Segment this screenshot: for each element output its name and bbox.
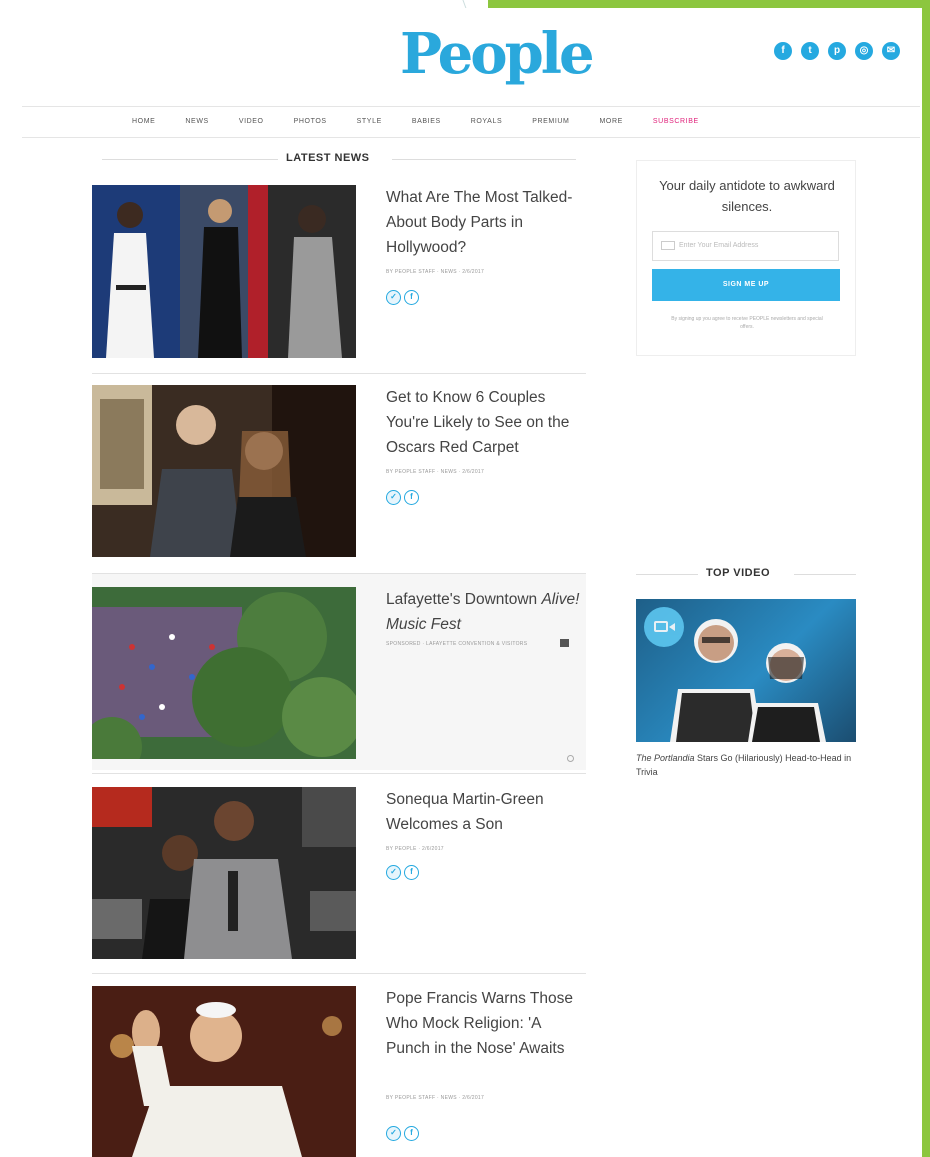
article-thumbnail[interactable] — [92, 787, 356, 959]
nav-item-premium[interactable]: PREMIUM — [532, 107, 569, 137]
sponsored-article-card: Lafayette's Downtown Alive! Music Fest S… — [92, 587, 586, 762]
heading-rule-right — [794, 574, 856, 575]
twitter-icon[interactable]: t — [801, 42, 819, 60]
nav-item-more[interactable]: MORE — [599, 107, 622, 137]
latest-news-heading: LATEST NEWS — [286, 152, 370, 164]
nav-item-photos[interactable]: PHOTOS — [294, 107, 327, 137]
article-divider — [92, 773, 586, 774]
share-buttons: ✓ f — [386, 290, 419, 305]
facebook-share-icon[interactable]: f — [404, 1126, 419, 1141]
sponsor-logo-icon — [560, 639, 569, 647]
article-card: What Are The Most Talked-About Body Part… — [92, 185, 586, 358]
slide-accent-right — [922, 0, 930, 1157]
article-thumbnail[interactable] — [92, 185, 356, 358]
heading-rule-left — [636, 574, 698, 575]
article-title[interactable]: What Are The Most Talked-About Body Part… — [386, 185, 586, 260]
nav-item-subscribe[interactable]: SUBSCRIBE — [653, 107, 699, 137]
twitter-share-icon[interactable]: ✓ — [386, 1126, 401, 1141]
nav-item-style[interactable]: STYLE — [357, 107, 382, 137]
video-play-icon[interactable] — [644, 607, 684, 647]
share-buttons: ✓ f — [386, 1126, 419, 1141]
facebook-share-icon[interactable]: f — [404, 865, 419, 880]
article-byline: BY PEOPLE · 2/6/2017 — [386, 846, 444, 852]
top-video-heading: TOP VIDEO — [706, 567, 771, 579]
twitter-share-icon[interactable]: ✓ — [386, 865, 401, 880]
email-input[interactable]: Enter Your Email Address — [652, 231, 839, 261]
article-card: Get to Know 6 Couples You're Likely to S… — [92, 385, 586, 557]
facebook-share-icon[interactable]: f — [404, 290, 419, 305]
ad-choices-icon[interactable] — [567, 755, 574, 762]
share-buttons: ✓ f — [386, 490, 419, 505]
sign-up-button[interactable]: SIGN ME UP — [652, 269, 840, 301]
heading-rule-right — [392, 159, 576, 160]
instagram-icon[interactable]: ◎ — [855, 42, 873, 60]
article-byline: BY PEOPLE STAFF · NEWS · 2/6/2017 — [386, 469, 485, 475]
facebook-share-icon[interactable]: f — [404, 490, 419, 505]
newsletter-tagline: Your daily antidote to awkward silences. — [659, 178, 835, 214]
article-byline: BY PEOPLE STAFF · NEWS · 2/6/2017 — [386, 1095, 485, 1101]
people-logo[interactable]: People — [400, 24, 595, 84]
article-title[interactable]: Get to Know 6 Couples You're Likely to S… — [386, 385, 586, 460]
article-byline: BY PEOPLE STAFF · NEWS · 2/6/2017 — [386, 269, 485, 275]
article-card: Sonequa Martin-Green Welcomes a Son BY P… — [92, 787, 586, 959]
article-card: Pope Francis Warns Those Who Mock Religi… — [92, 986, 586, 1157]
email-icon[interactable]: ✉ — [882, 42, 900, 60]
article-divider — [92, 373, 586, 374]
share-buttons: ✓ f — [386, 865, 419, 880]
article-title[interactable]: Sonequa Martin-Green Welcomes a Son — [386, 787, 586, 837]
article-thumbnail[interactable] — [92, 587, 356, 759]
nav-item-video[interactable]: VIDEO — [239, 107, 264, 137]
article-title[interactable]: Pope Francis Warns Those Who Mock Religi… — [386, 986, 586, 1061]
newsletter-signup: Your daily antidote to awkward silences.… — [636, 160, 856, 356]
article-thumbnail[interactable] — [92, 986, 356, 1157]
article-title[interactable]: Lafayette's Downtown Alive! Music Fest — [386, 587, 586, 637]
main-nav: HOME NEWS VIDEO PHOTOS STYLE BABIES ROYA… — [22, 106, 920, 138]
article-divider — [92, 973, 586, 974]
heading-rule-left — [102, 159, 278, 160]
article-thumbnail[interactable] — [92, 385, 356, 557]
twitter-share-icon[interactable]: ✓ — [386, 490, 401, 505]
top-video-caption[interactable]: The Portlandia Stars Go (Hilariously) He… — [636, 751, 858, 779]
pinterest-icon[interactable]: p — [828, 42, 846, 60]
slide-accent-top — [488, 0, 930, 8]
nav-item-babies[interactable]: BABIES — [412, 107, 441, 137]
web-page: People f t p ◎ ✉ HOME NEWS VIDEO PHOTOS … — [22, 8, 920, 1157]
nav-item-royals[interactable]: ROYALS — [471, 107, 502, 137]
facebook-icon[interactable]: f — [774, 42, 792, 60]
twitter-share-icon[interactable]: ✓ — [386, 290, 401, 305]
nav-item-news[interactable]: NEWS — [185, 107, 208, 137]
top-video-thumbnail[interactable] — [636, 599, 856, 742]
social-links: f t p ◎ ✉ — [774, 42, 900, 60]
mail-icon — [661, 241, 675, 250]
newsletter-fine-print: By signing up you agree to receive PEOPL… — [671, 316, 823, 330]
nav-item-home[interactable]: HOME — [132, 107, 155, 137]
sponsor-byline: SPONSORED · LAFAYETTE CONVENTION & VISIT… — [386, 641, 528, 647]
